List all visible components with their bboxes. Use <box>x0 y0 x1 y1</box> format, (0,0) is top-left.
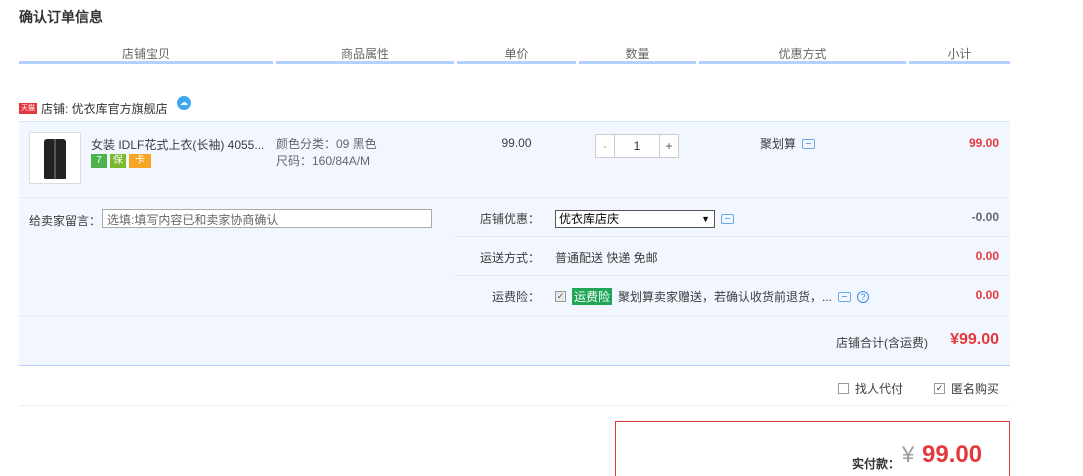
credit-card-icon[interactable]: 卡 <box>129 154 151 168</box>
shop-discount-selected: 优衣库店庆 <box>559 212 620 226</box>
proxy-pay-checkbox[interactable] <box>838 383 849 394</box>
memo-label: 给卖家留言： <box>29 214 102 228</box>
shop-total-label: 店铺合计(含运费) <box>836 336 928 350</box>
product-name[interactable]: 女装 IDLF花式上衣(长袖) 4055... <box>91 136 267 153</box>
anonymous-option[interactable]: ✓ 匿名购买 <box>934 380 999 397</box>
item-subtotal: 99.00 <box>968 136 999 150</box>
qty-increase-button[interactable]: + <box>659 134 679 158</box>
unit-price: 99.00 <box>501 136 532 150</box>
column-discount: 优惠方式 <box>699 44 906 64</box>
currency-symbol: ¥ <box>902 442 915 467</box>
guarantee-icon[interactable]: 保 <box>110 154 126 168</box>
shop-total-amount: ¥99.00 <box>950 331 999 348</box>
qty-input[interactable]: 1 <box>615 134 659 158</box>
comment-icon[interactable] <box>838 291 852 302</box>
proxy-pay-label: 找人代付 <box>855 382 904 396</box>
anonymous-label: 匿名购买 <box>951 382 1000 396</box>
help-icon[interactable]: ? <box>857 290 870 303</box>
wangwang-chat-icon[interactable]: ☁ <box>177 96 191 110</box>
shop-discount-row: 店铺优惠： 优衣库店庆 ▼ -0.00 <box>455 198 1010 237</box>
column-unit-price: 单价 <box>457 44 576 64</box>
extra-options: 找人代付 ✓ 匿名购买 <box>19 367 1010 406</box>
attr-color: 颜色分类：09 黑色 <box>276 137 377 151</box>
discount-method: 聚划算 <box>760 135 816 152</box>
qty-decrease-button[interactable]: - <box>595 134 615 158</box>
order-item: 女装 IDLF花式上衣(长袖) 4055... 7 保 卡 颜色分类：09 黑色… <box>19 121 1010 196</box>
shipping-row: 运送方式： 普通配送 快递 免邮 0.00 <box>455 237 1010 276</box>
shop-discount-select[interactable]: 优衣库店庆 ▼ <box>555 210 715 228</box>
proxy-pay-option[interactable]: 找人代付 <box>838 380 903 397</box>
product-thumbnail[interactable] <box>29 132 81 184</box>
insurance-amount: 0.00 <box>975 288 999 302</box>
product-attributes: 颜色分类：09 黑色 尺码：160/84A/M <box>276 136 377 170</box>
attr-size: 尺码：160/84A/M <box>276 154 371 168</box>
service-badges: 7 保 卡 <box>91 154 151 168</box>
column-subtotal: 小计 <box>909 44 1010 64</box>
shipping-label: 运送方式： <box>479 251 540 265</box>
seven-day-return-icon[interactable]: 7 <box>91 154 107 168</box>
payment-summary: 实付款： ¥ 99.00 <box>615 421 1010 476</box>
payment-label: 实付款： <box>852 457 901 471</box>
seller-message-input[interactable]: 选填:填写内容已和卖家协商确认 <box>102 209 432 228</box>
tmall-icon: 天猫 <box>19 102 37 114</box>
discount-label: 聚划算 <box>760 137 797 151</box>
column-attributes: 商品属性 <box>276 44 454 64</box>
shop-name[interactable]: 店铺: 优衣库官方旗舰店 <box>41 100 168 117</box>
shop-header: 天猫 店铺: 优衣库官方旗舰店 ☁ <box>19 96 191 120</box>
order-options: 给卖家留言： 选填:填写内容已和卖家协商确认 店铺优惠： 优衣库店庆 ▼ -0.… <box>19 197 1010 314</box>
comment-icon[interactable] <box>802 138 816 149</box>
shipping-method: 普通配送 快递 免邮 <box>555 251 658 265</box>
insurance-label: 运费险： <box>491 290 540 304</box>
shipping-amount: 0.00 <box>975 249 999 263</box>
column-shop: 店铺宝贝 <box>19 44 273 64</box>
page-title: 确认订单信息 <box>19 9 103 25</box>
shop-discount-amount: -0.00 <box>971 210 999 224</box>
anonymous-checkbox[interactable]: ✓ <box>934 383 945 394</box>
dropdown-arrow-icon: ▼ <box>701 214 710 224</box>
column-quantity: 数量 <box>579 44 696 64</box>
quantity-stepper: - 1 + <box>595 134 679 158</box>
comment-icon[interactable] <box>721 214 734 224</box>
shop-total-row: 店铺合计(含运费) ¥99.00 <box>19 315 1010 366</box>
table-header: 店铺宝贝 商品属性 单价 数量 优惠方式 小计 <box>19 44 1010 68</box>
insurance-description: 聚划算卖家赠送，若确认收货前退货，... <box>618 290 833 304</box>
insurance-checkbox[interactable]: ✓ <box>555 291 566 302</box>
shop-discount-label: 店铺优惠： <box>479 212 540 226</box>
payment-amount: 99.00 <box>922 441 983 468</box>
insurance-row: 运费险： ✓ 运费险 聚划算卖家赠送，若确认收货前退货，... ? 0.00 <box>455 276 1010 315</box>
insurance-tag: 运费险 <box>572 288 613 305</box>
